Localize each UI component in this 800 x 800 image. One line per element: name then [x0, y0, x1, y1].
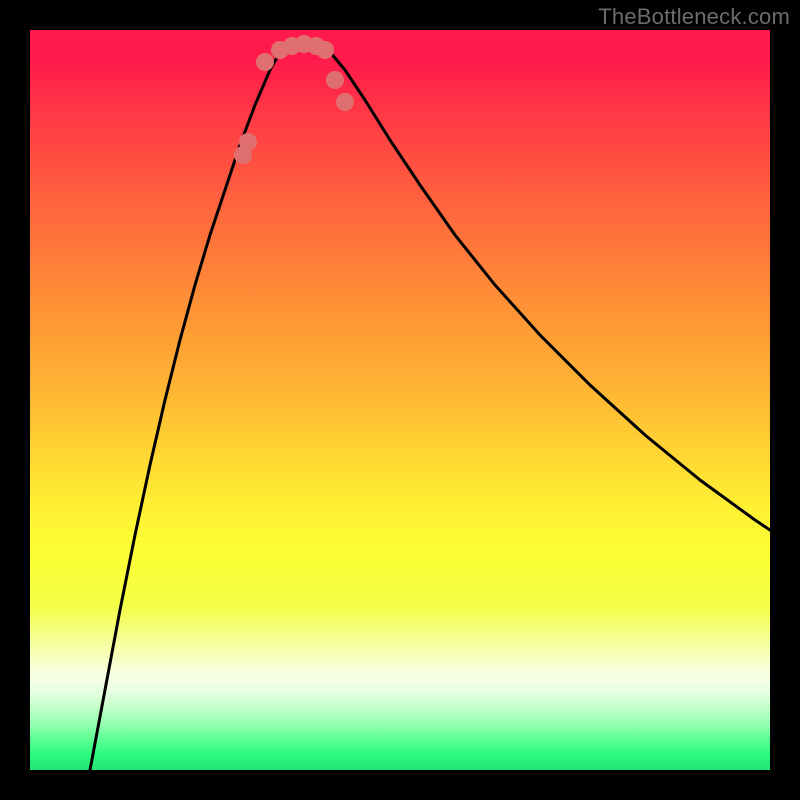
left-curve-path — [90, 52, 280, 770]
data-point — [336, 93, 354, 111]
data-point — [239, 133, 257, 151]
data-point — [256, 53, 274, 71]
chart-frame: TheBottleneck.com — [0, 0, 800, 800]
data-point — [326, 71, 344, 89]
curve-layer — [30, 30, 770, 770]
data-point — [316, 41, 334, 59]
plot-area — [30, 30, 770, 770]
watermark-text: TheBottleneck.com — [598, 4, 790, 30]
right-curve-path — [330, 52, 770, 530]
